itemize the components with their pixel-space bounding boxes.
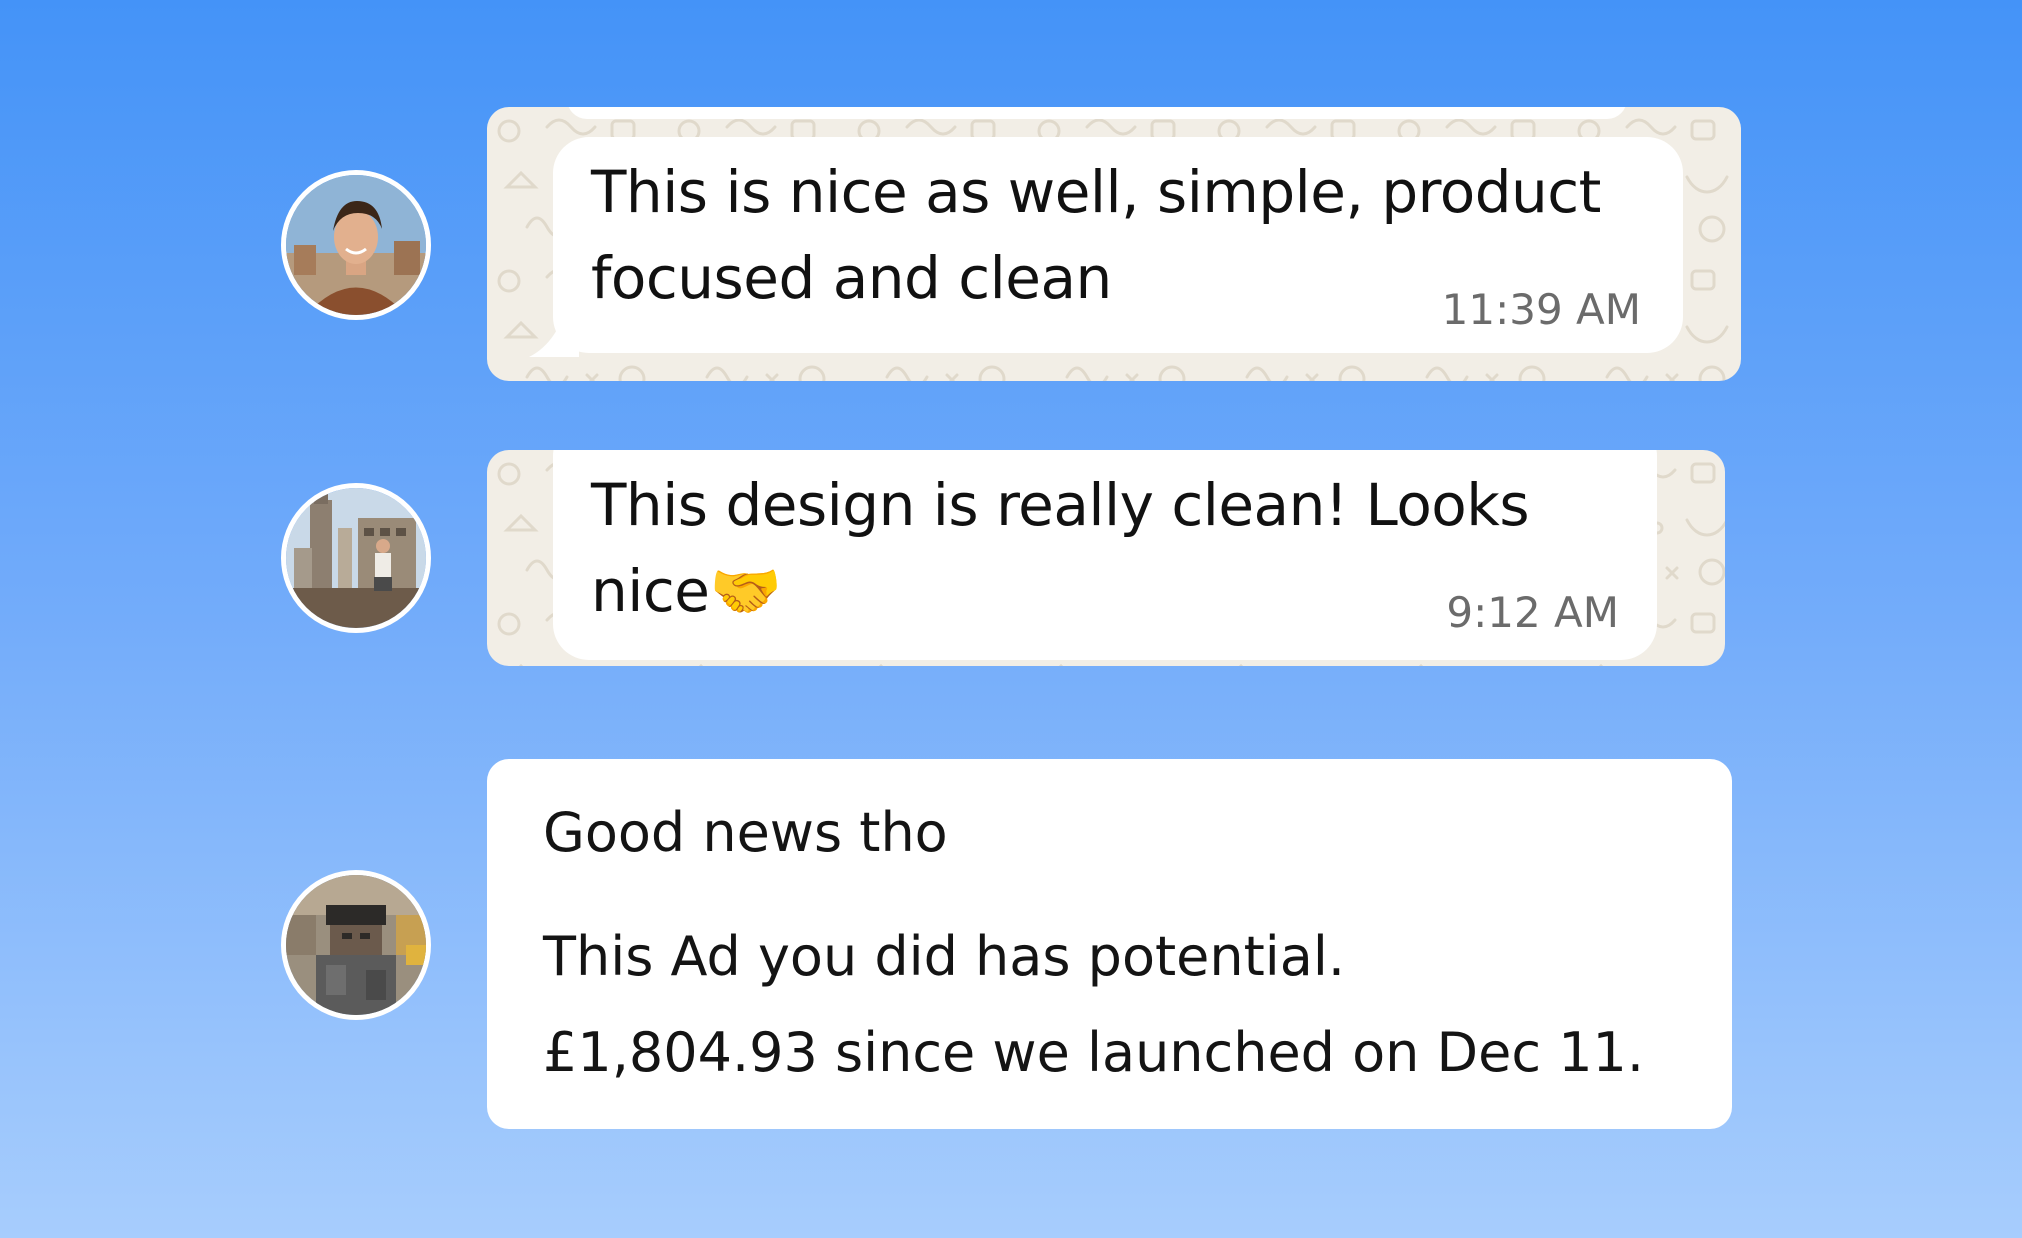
avatar-message-1 — [281, 170, 431, 320]
message-card-3[interactable]: Good news tho This Ad you did has potent… — [487, 759, 1732, 1129]
avatar-city-rooftop-icon — [286, 488, 426, 628]
avatar-message-3 — [281, 870, 431, 1020]
message-line-2: This Ad you did has potential. — [543, 925, 1346, 988]
message-bubble[interactable]: This is nice as well, simple, product fo… — [553, 137, 1683, 353]
message-line-1: Good news tho — [543, 801, 948, 864]
message-text-line-1: This design is really clean! Looks — [591, 471, 1530, 539]
message-timestamp: 9:12 AM — [1446, 588, 1619, 637]
message-card-2: This design is really clean! Looks nice🤝… — [487, 450, 1725, 666]
avatar-young-man-portrait-icon — [286, 175, 426, 315]
message-card-1: This is nice as well, simple, product fo… — [487, 107, 1741, 381]
message-bubble[interactable]: This design is really clean! Looks nice🤝… — [553, 450, 1657, 660]
message-timestamp: 11:39 AM — [1441, 285, 1641, 334]
message-text-line-2: focused and clean — [591, 244, 1112, 312]
message-text-line-1: This is nice as well, simple, product — [591, 158, 1601, 226]
message-line-3: £1,804.93 since we launched on Dec 11. — [543, 1021, 1645, 1084]
handshake-emoji-icon: 🤝 — [709, 557, 782, 625]
message-text-line-2: nice🤝 — [591, 548, 782, 634]
avatar-pixelated-person-icon — [286, 875, 426, 1015]
message-text: nice — [591, 557, 710, 625]
avatar-message-2 — [281, 483, 431, 633]
previous-bubble-edge — [567, 107, 1627, 119]
